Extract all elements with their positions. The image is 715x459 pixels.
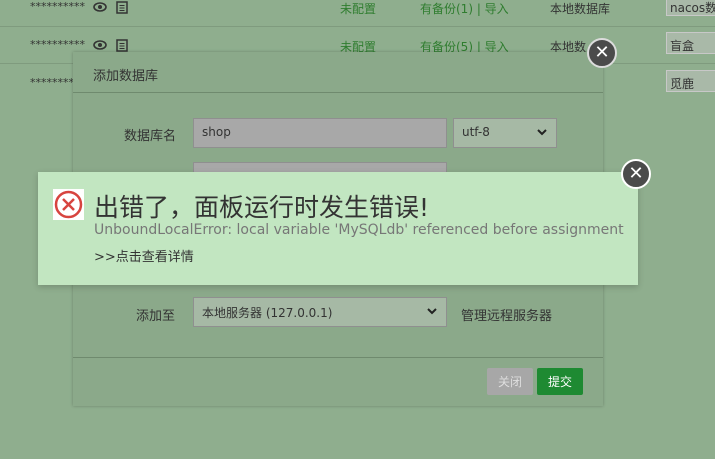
note-field[interactable]: nacos数 (666, 0, 715, 16)
error-message: UnboundLocalError: local variable 'MySQL… (94, 222, 624, 238)
table-row: ********** 未配置 有备份(1) | 导入 本地数据库 nacos数 (0, 0, 715, 36)
chevron-down-icon (426, 305, 438, 320)
close-button[interactable]: 关闭 (487, 368, 533, 395)
clipboard-icon[interactable] (115, 0, 129, 14)
error-circle-icon (53, 189, 84, 220)
row-divider (0, 26, 715, 27)
server-select[interactable]: 本地服务器 (127.0.0.1) (193, 297, 447, 327)
footer-divider (73, 357, 603, 358)
close-icon[interactable]: ✕ (621, 159, 651, 189)
server-value: 本地服务器 (127.0.0.1) (202, 306, 333, 320)
error-title: 出错了，面板运行时发生错误! (94, 193, 430, 222)
eye-icon[interactable] (93, 0, 107, 14)
manage-remote-link[interactable]: 管理远程服务器 (461, 305, 552, 324)
submit-button[interactable]: 提交 (537, 368, 583, 395)
status-text[interactable]: 未配置 (340, 0, 376, 17)
dialog-header: 添加数据库 (73, 52, 603, 93)
error-toast: ✕ 出错了，面板运行时发生错误! UnboundLocalError: loca… (38, 159, 651, 285)
add-to-label: 添加至 (136, 309, 176, 324)
eye-icon[interactable] (93, 38, 107, 52)
dialog-title: 添加数据库 (93, 69, 159, 84)
close-icon[interactable]: ✕ (587, 38, 617, 68)
charset-value: utf-8 (462, 125, 490, 139)
chevron-down-icon (536, 126, 548, 141)
password-mask: ********** (30, 38, 85, 51)
db-name-input[interactable]: shop (193, 118, 447, 148)
clipboard-icon[interactable] (115, 38, 129, 52)
backup-link[interactable]: 有备份(1) | 导入 (420, 0, 509, 17)
note-field[interactable]: 盲盒 (666, 32, 715, 54)
charset-select[interactable]: utf-8 (453, 118, 557, 148)
location-text: 本地数据库 (550, 2, 611, 16)
password-mask: ********** (30, 0, 85, 13)
note-field[interactable]: 觅鹿 (666, 70, 715, 92)
db-name-label: 数据库名 (124, 129, 177, 144)
error-detail-link[interactable]: >>点击查看详情 (94, 246, 194, 265)
